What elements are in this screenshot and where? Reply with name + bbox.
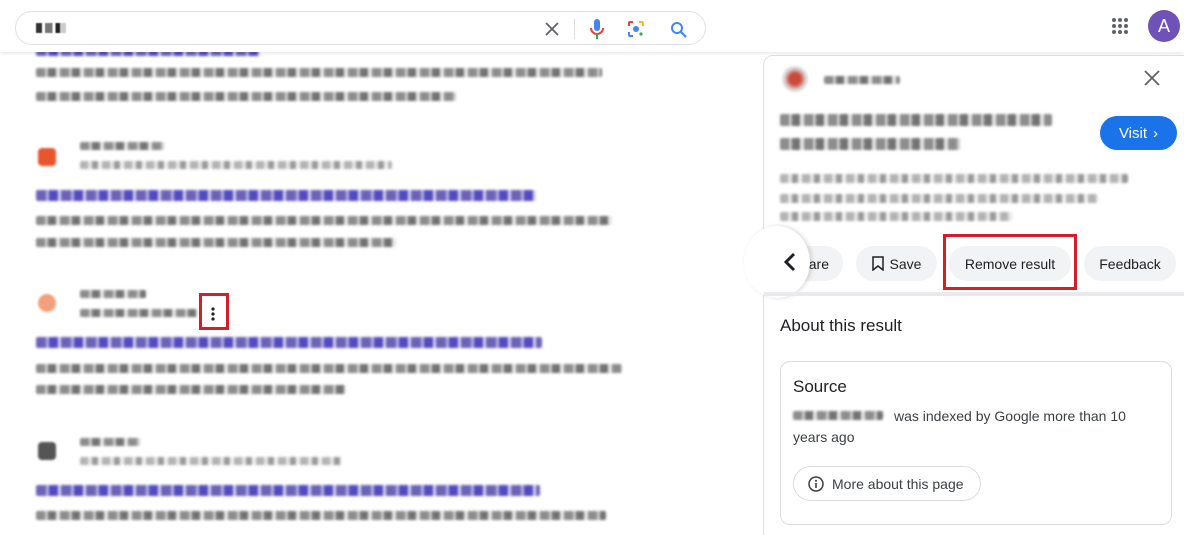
result-snippet-blurred	[36, 385, 346, 394]
site-url-blurred	[80, 309, 198, 317]
apps-grid-icon[interactable]	[1108, 14, 1132, 38]
site-name-blurred	[80, 438, 140, 446]
info-icon	[808, 475, 824, 492]
result-snippet-blurred	[36, 364, 622, 373]
avatar-letter: A	[1157, 15, 1170, 36]
about-title: About this result	[780, 316, 902, 335]
highlight-box	[199, 293, 229, 330]
result-description-blurred	[780, 212, 1012, 221]
result-snippet-blurred	[36, 216, 612, 225]
save-label: Save	[889, 255, 922, 272]
visit-button[interactable]: Visit ›	[1100, 116, 1177, 150]
result-title-blurred[interactable]	[36, 190, 536, 201]
divider	[574, 19, 575, 39]
site-favicon	[38, 294, 56, 312]
visit-label: Visit	[1118, 124, 1148, 142]
about-result-panel: Visit › are Save Remove result Feedback A…	[744, 55, 1184, 535]
search-query-blurred[interactable]	[36, 23, 66, 33]
close-icon[interactable]	[1140, 66, 1164, 90]
save-button[interactable]: Save	[856, 246, 937, 281]
more-about-label: More about this page	[832, 475, 964, 492]
result-title-blurred[interactable]	[36, 337, 542, 348]
site-name-blurred	[80, 142, 164, 150]
indexed-text: was indexed by Google more than 10	[894, 408, 1126, 424]
site-favicon	[38, 148, 56, 166]
source-heading: Source	[793, 377, 847, 396]
site-name-blurred	[824, 76, 900, 84]
more-about-page-button[interactable]: More about this page	[793, 466, 981, 501]
site-name-blurred	[793, 411, 883, 420]
search-box[interactable]	[15, 11, 706, 45]
site-favicon	[782, 66, 808, 92]
site-url-blurred	[80, 161, 392, 169]
result-snippet-blurred	[36, 68, 602, 77]
site-url-blurred	[80, 457, 342, 465]
feedback-label: Feedback	[1099, 255, 1161, 272]
highlight-box	[943, 234, 1077, 290]
search-icon[interactable]	[666, 17, 690, 41]
result-title-blurred	[780, 138, 960, 150]
result-snippet-blurred	[36, 92, 456, 101]
camera-lens-icon[interactable]	[624, 17, 648, 41]
result-snippet-blurred	[36, 238, 396, 247]
result-title-blurred	[780, 114, 1052, 126]
result-description-blurred	[780, 174, 1128, 183]
avatar[interactable]: A	[1148, 10, 1180, 42]
header: A	[0, 0, 1184, 52]
feedback-button[interactable]: Feedback	[1084, 246, 1176, 281]
site-name-blurred	[80, 290, 146, 298]
chevron-right-icon: ›	[1153, 124, 1159, 142]
scroll-left-button[interactable]	[744, 226, 810, 298]
result-snippet-blurred	[36, 511, 606, 520]
chevron-left-icon	[784, 252, 796, 272]
indexed-text-cont: years ago	[793, 429, 855, 445]
result-title-blurred[interactable]	[36, 485, 540, 496]
share-label: are	[808, 255, 829, 272]
result-description-blurred	[780, 194, 1098, 203]
source-card: Source was indexed by Google more than 1…	[780, 361, 1172, 525]
microphone-icon[interactable]	[586, 17, 608, 41]
site-favicon	[38, 442, 56, 460]
close-icon[interactable]	[542, 19, 562, 39]
bookmark-icon	[871, 256, 884, 271]
divider	[764, 292, 1184, 296]
